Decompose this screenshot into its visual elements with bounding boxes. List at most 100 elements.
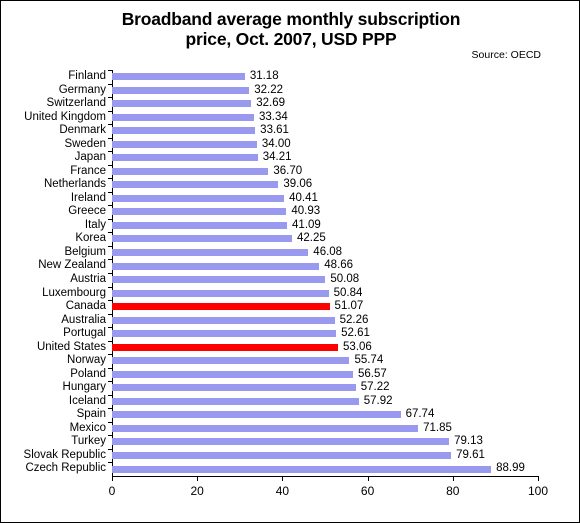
bar[interactable] [112, 249, 309, 257]
category-label: Italy [84, 218, 106, 231]
bar-highlighted[interactable] [112, 343, 339, 351]
category-label: Netherlands [43, 178, 106, 191]
x-axis-tick-label: 20 [190, 484, 204, 498]
bar-row: Belgium 46.08 [64, 245, 538, 260]
bar-value-label: 34.00 [261, 137, 291, 150]
bar-row: United States 53.06 [37, 340, 538, 355]
bar[interactable] [112, 330, 337, 338]
bar-value-label: 79.13 [454, 435, 483, 448]
y-axis-tick [108, 340, 112, 342]
bar-value-label: 50.08 [330, 273, 360, 285]
bar[interactable] [112, 384, 356, 392]
bar-value-label: 32.22 [254, 83, 284, 96]
bar[interactable] [112, 235, 292, 243]
x-axis-tick-label: 60 [360, 484, 375, 498]
bar[interactable] [112, 262, 320, 270]
category-label: Belgium [64, 245, 106, 258]
bar-value-label: 31.18 [249, 70, 279, 82]
bar[interactable] [112, 73, 245, 81]
bar-row: Hungary 57.22 [63, 381, 538, 395]
bar[interactable] [112, 424, 419, 432]
y-axis-tick [108, 218, 112, 220]
bar-value-label: 88.99 [496, 462, 525, 475]
bar-value-label: 36.70 [273, 164, 303, 177]
x-axis-line [112, 476, 539, 477]
bar-value-label: 79.61 [456, 448, 485, 461]
bar[interactable] [112, 452, 452, 460]
bar-value-label: 34.21 [262, 151, 292, 164]
bar-row: Spain 67.74 [77, 408, 538, 422]
y-axis-tick [108, 286, 112, 288]
category-label: Hungary [62, 381, 106, 394]
bar-value-label: 39.06 [283, 178, 313, 191]
y-axis-tick [108, 245, 112, 247]
bar[interactable] [112, 465, 492, 473]
bar-row: France 36.70 [70, 164, 538, 179]
x-axis-tick [452, 476, 454, 481]
x-axis-tick [197, 476, 199, 481]
bar[interactable] [112, 221, 288, 229]
bar-value-label: 40.41 [289, 191, 318, 204]
bar[interactable] [112, 167, 269, 175]
bar-row: Mexico 71.85 [70, 421, 538, 436]
bar[interactable] [112, 316, 335, 324]
y-axis-tick [108, 83, 112, 85]
y-axis-tick [108, 354, 112, 356]
category-label: Mexico [69, 421, 106, 434]
bar[interactable] [112, 276, 326, 284]
bar-value-label: 32.69 [256, 97, 286, 110]
chart-title-line-1: Broadband average monthly subscription [121, 9, 461, 29]
bar-value-label: 46.08 [313, 245, 343, 258]
bar-value-label: 50.84 [333, 286, 363, 299]
x-axis-tick [112, 476, 113, 481]
y-axis-tick [108, 435, 112, 437]
category-label: Iceland [68, 394, 106, 407]
bar-value-label: 67.74 [405, 408, 435, 421]
bar[interactable] [112, 208, 287, 216]
bar[interactable] [112, 438, 450, 446]
bar-value-label: 33.34 [259, 110, 288, 123]
bar[interactable] [112, 289, 329, 297]
x-axis-tick [367, 476, 369, 481]
bar[interactable] [112, 397, 359, 405]
bar[interactable] [112, 113, 255, 121]
y-axis-tick [108, 394, 112, 396]
category-label: Turkey [71, 435, 106, 448]
bar[interactable] [112, 154, 258, 162]
y-axis-tick [108, 110, 112, 112]
bar[interactable] [112, 411, 401, 419]
bar-row: Korea 42.25 [75, 232, 538, 246]
bar-value-label: 48.66 [324, 259, 354, 272]
category-label: Denmark [59, 124, 106, 137]
bar-row: Sweden 34.00 [64, 137, 538, 152]
bar[interactable] [112, 181, 279, 189]
y-axis-tick [108, 124, 112, 126]
y-axis-tick [108, 97, 112, 99]
bar[interactable] [112, 140, 257, 148]
bar[interactable] [112, 357, 350, 365]
bar-row: Italy 41.09 [85, 218, 538, 233]
category-label: Canada [65, 300, 106, 313]
y-axis-tick [108, 164, 112, 166]
bar-highlighted[interactable] [112, 303, 330, 311]
bar[interactable] [112, 86, 250, 94]
bar[interactable] [112, 100, 252, 108]
bar-row: Slovak Republic 79.61 [24, 448, 538, 463]
x-axis-tick-label: 100 [527, 484, 549, 498]
bar-row: Switzerland 32.69 [47, 97, 538, 111]
category-label: New Zealand [38, 259, 106, 272]
bar-value-label: 71.85 [423, 421, 452, 434]
bar-row: Netherlands 39.06 [44, 178, 538, 192]
bar-value-label: 52.26 [339, 313, 369, 326]
bar-value-label: 55.74 [354, 354, 384, 367]
bar[interactable] [112, 370, 353, 378]
y-axis-tick [108, 367, 112, 369]
y-axis-tick [108, 70, 112, 71]
bar[interactable] [112, 194, 285, 202]
bar[interactable] [112, 127, 256, 135]
category-label: Czech Republic [25, 462, 106, 475]
category-label: Luxembourg [42, 286, 106, 299]
y-axis-tick [108, 421, 112, 423]
bar-row: Turkey 79.13 [71, 435, 538, 449]
y-axis-tick [108, 313, 112, 315]
